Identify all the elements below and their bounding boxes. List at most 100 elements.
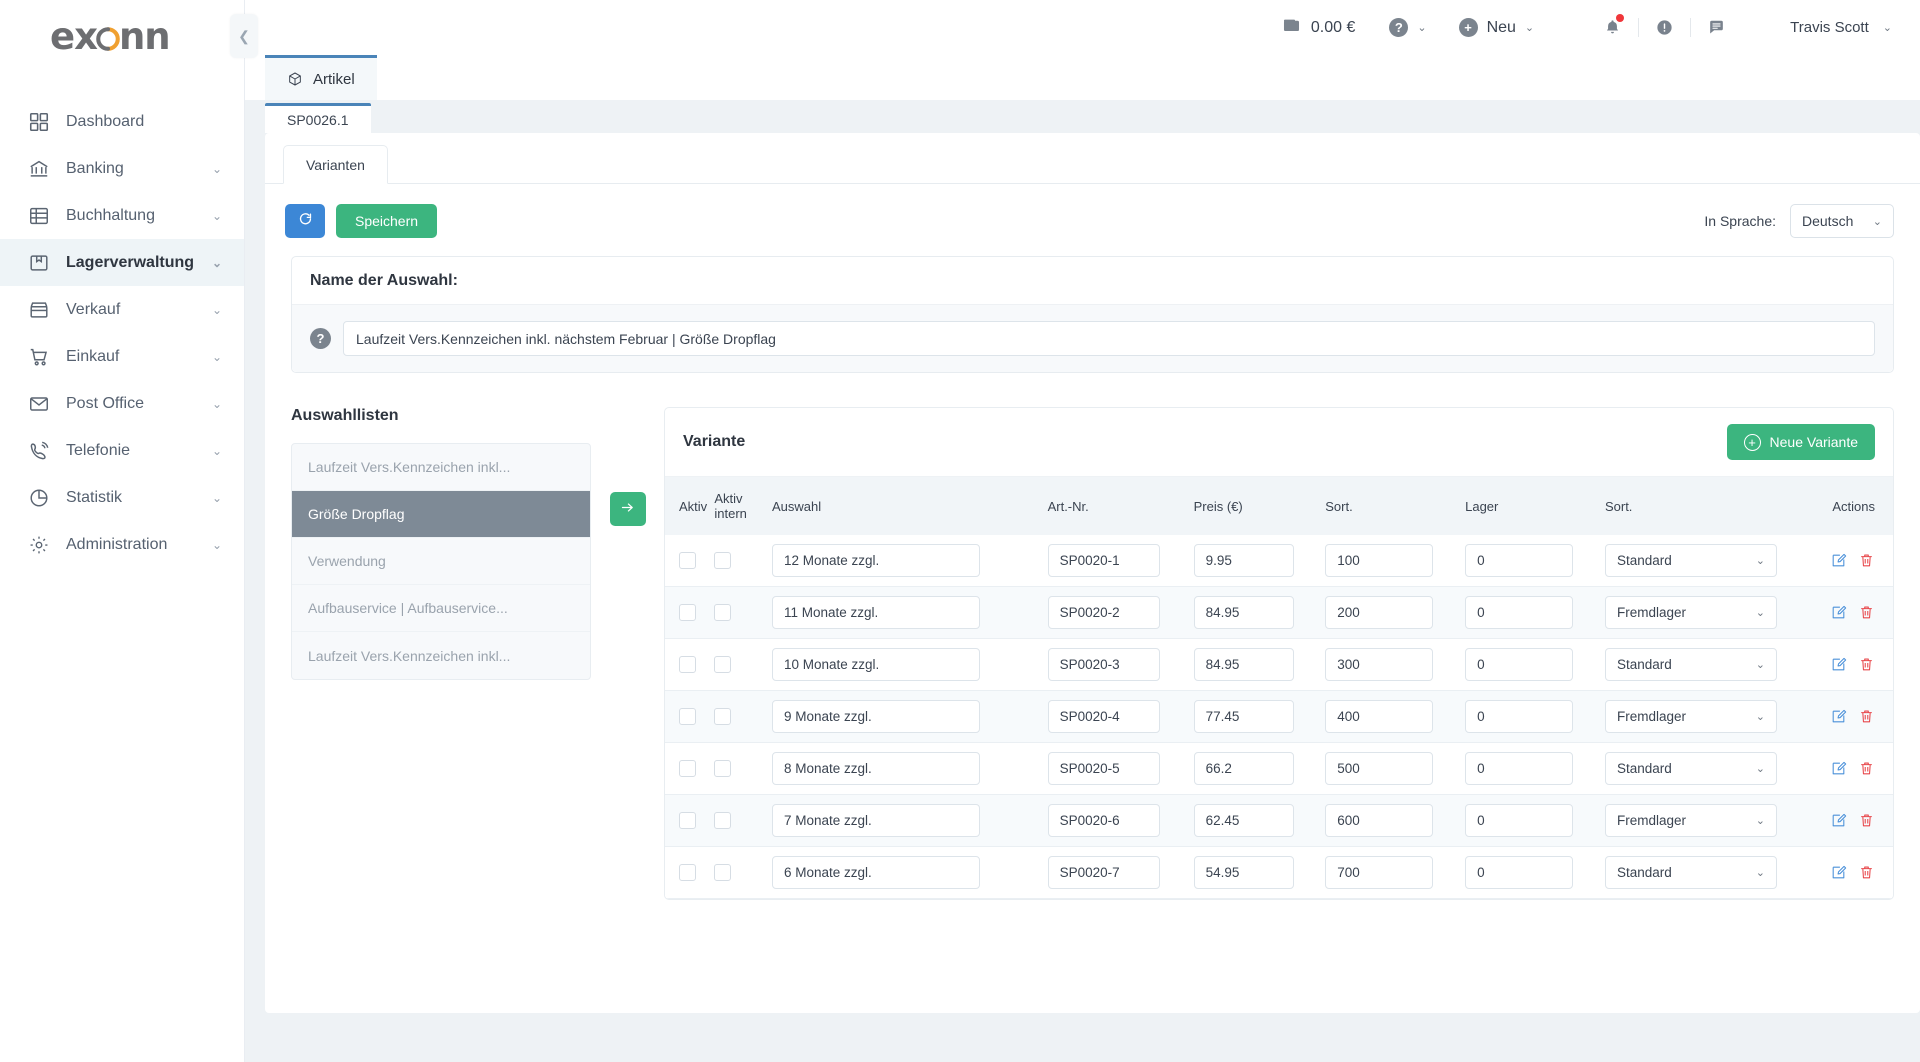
auswahl-input[interactable] [771,804,980,837]
auswahl-input[interactable] [771,596,980,629]
aktiv-intern-checkbox[interactable] [714,655,732,673]
preis-input[interactable] [1193,752,1294,785]
save-button[interactable]: Speichern [336,204,438,238]
preis-input[interactable] [1193,804,1294,837]
trash-icon[interactable] [1858,552,1875,569]
artnr-input[interactable] [1047,804,1160,837]
artnr-input[interactable] [1047,596,1160,629]
sort1-input[interactable] [1325,804,1434,837]
tab-artikel[interactable]: Artikel [265,55,377,100]
trash-icon[interactable] [1858,604,1875,621]
lager-input[interactable] [1465,700,1574,733]
auswahl-input[interactable] [771,752,980,785]
lager-input[interactable] [1465,648,1574,681]
artnr-input[interactable] [1047,648,1160,681]
trash-icon[interactable] [1858,812,1875,829]
tab-varianten[interactable]: Varianten [283,145,388,184]
aktiv-checkbox[interactable] [679,759,696,777]
edit-icon[interactable] [1830,760,1847,777]
language-select[interactable]: Deutsch ⌄ [1790,204,1894,238]
preis-input[interactable] [1193,544,1294,577]
list-item[interactable]: Aufbauservice | Aufbauservice... [292,585,590,632]
sidebar-item-einkauf[interactable]: Einkauf ⌄ [0,333,244,380]
lager-input[interactable] [1465,544,1574,577]
new-variant-button[interactable]: + Neue Variante [1726,424,1875,460]
sidebar-item-buchhaltung[interactable]: Buchhaltung ⌄ [0,192,244,239]
edit-icon[interactable] [1830,708,1847,725]
alerts-button[interactable] [1638,18,1690,37]
aktiv-intern-checkbox[interactable] [714,863,732,881]
auswahl-input[interactable] [771,856,980,889]
aktiv-intern-checkbox[interactable] [714,603,732,621]
artnr-input[interactable] [1047,544,1160,577]
aktiv-intern-checkbox[interactable] [714,811,732,829]
new-menu[interactable]: + Neu ⌄ [1458,18,1534,37]
edit-icon[interactable] [1830,864,1847,881]
lager-type-select[interactable]: Fremdlager ⌄ [1604,700,1777,733]
wallet-balance[interactable]: 0.00 € [1282,16,1355,40]
list-item[interactable]: Größe Dropflag [292,491,590,538]
sort1-input[interactable] [1325,752,1434,785]
lager-type-select[interactable]: Standard ⌄ [1604,752,1777,785]
sort1-input[interactable] [1325,856,1434,889]
aktiv-intern-checkbox[interactable] [714,707,732,725]
lager-input[interactable] [1465,856,1574,889]
notifications-button[interactable] [1586,14,1638,37]
aktiv-intern-checkbox[interactable] [714,759,732,777]
help-menu[interactable]: ? ⌄ [1389,18,1427,37]
edit-icon[interactable] [1830,812,1847,829]
edit-icon[interactable] [1830,656,1847,673]
sidebar-item-post-office[interactable]: Post Office ⌄ [0,380,244,427]
move-selection-button[interactable] [609,492,646,526]
aktiv-intern-checkbox[interactable] [714,551,732,569]
sort1-input[interactable] [1325,648,1434,681]
lager-type-select[interactable]: Fremdlager ⌄ [1604,596,1777,629]
auswahl-input[interactable] [771,700,980,733]
artnr-input[interactable] [1047,752,1160,785]
sidebar-item-dashboard[interactable]: Dashboard [0,98,244,145]
user-menu[interactable]: Travis Scott ⌄ [1790,19,1892,36]
brand-logo[interactable]: ex nn [0,0,244,72]
sort1-input[interactable] [1325,596,1434,629]
auswahl-input[interactable] [771,544,980,577]
aktiv-checkbox[interactable] [679,551,696,569]
preis-input[interactable] [1193,596,1294,629]
sidebar-item-administration[interactable]: Administration ⌄ [0,521,244,568]
list-item[interactable]: Laufzeit Vers.Kennzeichen inkl... [292,632,590,679]
question-mark-icon[interactable]: ? [310,328,331,349]
sort1-input[interactable] [1325,700,1434,733]
preis-input[interactable] [1193,856,1294,889]
list-item[interactable]: Laufzeit Vers.Kennzeichen inkl... [292,444,590,491]
preis-input[interactable] [1193,648,1294,681]
preis-input[interactable] [1193,700,1294,733]
lager-input[interactable] [1465,596,1574,629]
aktiv-checkbox[interactable] [679,655,696,673]
trash-icon[interactable] [1858,864,1875,881]
sort1-input[interactable] [1325,544,1434,577]
selection-name-input[interactable] [343,321,1875,356]
sidebar-collapse-button[interactable]: ❮ [230,14,258,58]
tab-sp0026-1[interactable]: SP0026.1 [265,103,371,133]
list-item[interactable]: Verwendung [292,538,590,585]
lager-input[interactable] [1465,804,1574,837]
lager-type-select[interactable]: Fremdlager ⌄ [1604,804,1777,837]
lager-type-select[interactable]: Standard ⌄ [1604,648,1777,681]
sidebar-item-banking[interactable]: Banking ⌄ [0,145,244,192]
trash-icon[interactable] [1858,760,1875,777]
trash-icon[interactable] [1858,708,1875,725]
aktiv-checkbox[interactable] [679,603,696,621]
sidebar-item-lagerverwaltung[interactable]: Lagerverwaltung ⌄ [0,239,244,286]
notes-button[interactable] [1690,18,1742,37]
lager-type-select[interactable]: Standard ⌄ [1604,856,1777,889]
edit-icon[interactable] [1830,604,1847,621]
aktiv-checkbox[interactable] [679,863,696,881]
auswahl-input[interactable] [771,648,980,681]
artnr-input[interactable] [1047,856,1160,889]
aktiv-checkbox[interactable] [679,811,696,829]
sidebar-item-verkauf[interactable]: Verkauf ⌄ [0,286,244,333]
edit-icon[interactable] [1830,552,1847,569]
aktiv-checkbox[interactable] [679,707,696,725]
refresh-button[interactable] [285,204,325,238]
lager-input[interactable] [1465,752,1574,785]
artnr-input[interactable] [1047,700,1160,733]
